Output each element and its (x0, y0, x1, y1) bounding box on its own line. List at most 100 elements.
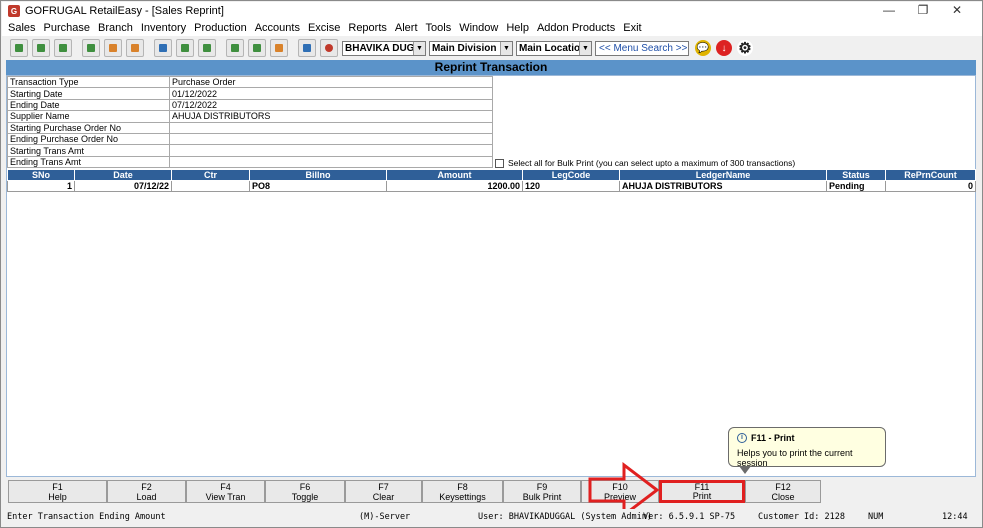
chat-icon[interactable]: 💬 (695, 40, 711, 56)
cell-ledgername[interactable]: AHUJA DISTRIBUTORS (619, 180, 827, 192)
criteria-row: Transaction Type Purchase Order (7, 75, 493, 89)
menu-bar: Sales Purchase Branch Inventory Producti… (2, 20, 982, 36)
starting-trans-amt-field[interactable] (169, 144, 493, 157)
location-select-value: Main Location (519, 42, 587, 54)
f4-view-tran-button[interactable]: F4 View Tran (186, 480, 265, 503)
bulk-print-label: Select all for Bulk Print (you can selec… (508, 158, 796, 168)
function-key-bar: F1 Help F2 Load F4 View Tran F6 Toggle F… (8, 480, 821, 503)
page-title: Reprint Transaction (6, 60, 976, 75)
printer-icon[interactable] (154, 39, 172, 57)
sales-icon[interactable] (10, 39, 28, 57)
location-select[interactable]: Main Location ▼ (516, 40, 592, 56)
menu-purchase[interactable]: Purchase (44, 22, 90, 34)
criteria-row: Ending Purchase Order No (7, 132, 493, 146)
people-icon[interactable] (126, 39, 144, 57)
cell-reprncount[interactable]: 0 (885, 180, 976, 192)
bag-icon[interactable] (248, 39, 266, 57)
column-header-billno[interactable]: Billno (249, 169, 387, 181)
column-header-amount[interactable]: Amount (386, 169, 523, 181)
item-icon[interactable] (226, 39, 244, 57)
starting-po-no-field[interactable] (169, 121, 493, 134)
ending-date-field[interactable]: 07/12/2022 (169, 98, 493, 112)
f6-toggle-button[interactable]: F6 Toggle (265, 480, 345, 503)
criteria-row: Supplier Name AHUJA DISTRIBUTORS (7, 110, 493, 123)
bulk-print-option[interactable]: Select all for Bulk Print (you can selec… (495, 158, 795, 168)
close-icon[interactable]: ✕ (940, 3, 974, 17)
status-time: 12:44 (942, 512, 968, 522)
toolbar: BHAVIKA DUGG/ ▼ Main Division ▼ Main Loc… (2, 37, 982, 59)
cell-date[interactable]: 07/12/22 (74, 180, 172, 192)
menu-production[interactable]: Production (194, 22, 247, 34)
cell-legcode[interactable]: 120 (522, 180, 620, 192)
cell-status[interactable]: Pending (826, 180, 886, 192)
purchase-icon[interactable] (32, 39, 50, 57)
power-icon[interactable] (320, 39, 338, 57)
status-message: Enter Transaction Ending Amount (7, 512, 166, 522)
window-title: GOFRUGAL RetailEasy - [Sales Reprint] (25, 5, 224, 17)
transaction-type-field[interactable]: Purchase Order (169, 75, 493, 89)
menu-help[interactable]: Help (506, 22, 529, 34)
supplier-name-field[interactable]: AHUJA DISTRIBUTORS (169, 110, 493, 123)
chart-icon[interactable] (298, 39, 316, 57)
cell-amount[interactable]: 1200.00 (386, 180, 523, 192)
column-header-ctr[interactable]: Ctr (171, 169, 250, 181)
column-header-reprncount[interactable]: RePrnCount (885, 169, 976, 181)
menu-sales[interactable]: Sales (8, 22, 36, 34)
table-row[interactable]: 1 07/12/22 PO8 1200.00 120 AHUJA DISTRIB… (7, 180, 976, 192)
status-user: User: BHAVIKADUGGAL (System Admin) (478, 512, 652, 522)
f11-print-button[interactable]: F11 Print (659, 480, 745, 503)
tooltip-title: F11 - Print (751, 433, 795, 443)
criteria-label: Supplier Name (7, 110, 170, 123)
tooltip-tail (739, 466, 751, 474)
cell-sno[interactable]: 1 (7, 180, 75, 192)
column-header-legcode[interactable]: LegCode (522, 169, 620, 181)
tools-icon[interactable] (270, 39, 288, 57)
house-icon[interactable] (104, 39, 122, 57)
criteria-label: Starting Purchase Order No (7, 121, 170, 134)
cell-billno[interactable]: PO8 (249, 180, 387, 192)
f11-tooltip: i F11 - Print Helps you to print the cur… (728, 427, 886, 474)
stock-icon[interactable] (82, 39, 100, 57)
user-select[interactable]: BHAVIKA DUGG/ ▼ (342, 40, 426, 56)
f12-close-button[interactable]: F12 Close (745, 480, 821, 503)
ending-trans-amt-field[interactable] (169, 155, 493, 169)
division-select[interactable]: Main Division ▼ (429, 40, 513, 56)
gear-icon[interactable]: ⚙ (737, 40, 753, 57)
f8-keysettings-button[interactable]: F8 Keysettings (422, 480, 503, 503)
criteria-table: Transaction Type Purchase Order Starting… (7, 75, 493, 169)
menu-branch[interactable]: Branch (98, 22, 133, 34)
column-header-ledgername[interactable]: LedgerName (619, 169, 827, 181)
minimize-icon[interactable]: — (872, 3, 906, 17)
f9-bulk-print-button[interactable]: F9 Bulk Print (503, 480, 581, 503)
menu-inventory[interactable]: Inventory (141, 22, 186, 34)
cell-ctr[interactable] (171, 180, 250, 192)
starting-date-field[interactable]: 01/12/2022 (169, 87, 493, 100)
restore-icon[interactable]: ❐ (906, 3, 940, 17)
transfer-icon[interactable] (176, 39, 194, 57)
criteria-label: Ending Date (7, 98, 170, 112)
f1-help-button[interactable]: F1 Help (8, 480, 107, 503)
column-header-status[interactable]: Status (826, 169, 886, 181)
column-header-date[interactable]: Date (74, 169, 172, 181)
menu-addon-products[interactable]: Addon Products (537, 22, 615, 34)
column-header-sno[interactable]: SNo (7, 169, 75, 181)
download-icon[interactable]: ↓ (716, 40, 732, 56)
main-content: Transaction Type Purchase Order Starting… (6, 75, 976, 477)
menu-tools[interactable]: Tools (426, 22, 452, 34)
f7-clear-button[interactable]: F7 Clear (345, 480, 422, 503)
status-bar: Enter Transaction Ending Amount (M)-Serv… (2, 509, 982, 525)
bulk-print-checkbox[interactable] (495, 158, 504, 168)
return-icon[interactable] (54, 39, 72, 57)
menu-window[interactable]: Window (459, 22, 498, 34)
criteria-label: Starting Date (7, 87, 170, 100)
menu-exit[interactable]: Exit (623, 22, 641, 34)
criteria-label: Starting Trans Amt (7, 144, 170, 157)
ending-po-no-field[interactable] (169, 132, 493, 146)
menu-reports[interactable]: Reports (348, 22, 387, 34)
transfer2-icon[interactable] (198, 39, 216, 57)
menu-alert[interactable]: Alert (395, 22, 418, 34)
menu-accounts[interactable]: Accounts (255, 22, 300, 34)
menu-search-input[interactable]: << Menu Search >> (595, 40, 689, 56)
f2-load-button[interactable]: F2 Load (107, 480, 186, 503)
menu-excise[interactable]: Excise (308, 22, 340, 34)
